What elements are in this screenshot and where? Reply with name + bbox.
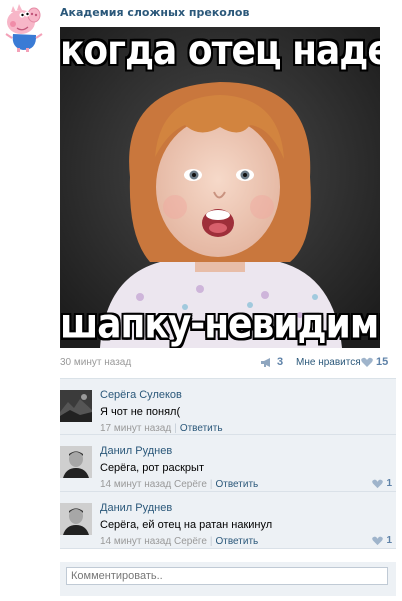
girl-photo-illustration [60,27,380,348]
meme-bottom-caption: шапку-невидимку [60,300,380,348]
post-footer: 30 минут назад 3 Мне нравится 15 [60,356,392,370]
group-avatar[interactable] [3,4,45,52]
comment-text: Серёга, ей отец на ратан накинул [100,519,273,531]
comment-author[interactable]: Данил Руднев [100,502,172,514]
comment-author[interactable]: Серёга Сулеков [100,389,182,401]
comment-box [60,562,396,596]
person-photo-avatar-icon [60,503,92,535]
comment-meta: 17 минут назад | Ответить [100,423,223,434]
comment-author[interactable]: Данил Руднев [100,445,172,457]
comment-time[interactable]: 17 минут назад [100,423,171,434]
person-photo-avatar-icon [60,446,92,478]
meta-separator: | [209,479,213,490]
comment-time[interactable]: 14 минут назад [100,536,171,547]
commenter-avatar[interactable] [60,390,92,422]
like-count: 15 [376,356,389,368]
heart-icon [372,479,384,488]
reply-to-name[interactable]: Серёге [174,479,207,490]
commenter-avatar[interactable] [60,503,92,535]
pig-cartoon-avatar-icon [5,4,43,52]
share-button[interactable]: 3 [260,356,283,368]
commenter-avatar[interactable] [60,446,92,478]
comments-list: Серёга Сулеков Я чот не понял( 17 минут … [60,378,396,549]
comment-input[interactable] [66,567,388,585]
comment-like-button[interactable]: 1 [372,478,392,489]
share-megaphone-icon [261,357,270,367]
comment-meta: 14 минут назад Серёге | Ответить [100,536,258,547]
heart-icon [361,357,373,367]
meta-separator: | [174,423,177,434]
share-count: 3 [277,356,284,368]
post-time[interactable]: 30 минут назад [60,357,131,368]
post-image[interactable]: когда отец надел шапку-невидимку [60,27,380,348]
reply-link[interactable]: Ответить [216,479,259,490]
comment-item: Данил Руднев Серёга, ей отец на ратан на… [60,492,396,549]
reply-to-name[interactable]: Серёге [174,536,207,547]
comment-like-button[interactable]: 1 [372,535,392,546]
comment-meta: 14 минут назад Серёге | Ответить [100,479,258,490]
comment-time[interactable]: 14 минут назад [100,479,171,490]
meme-top-caption: когда отец надел [60,27,380,75]
meta-separator: | [209,536,213,547]
comment-like-count: 1 [386,535,392,546]
comment-text: Серёга, рот раскрыт [100,462,204,474]
like-button[interactable]: 15 [361,356,388,368]
reply-link[interactable]: Ответить [216,536,259,547]
like-label[interactable]: Мне нравится [296,357,361,368]
comment-text: Я чот не понял( [100,406,181,418]
comment-like-count: 1 [386,478,392,489]
comment-item: Серёга Сулеков Я чот не понял( 17 минут … [60,379,396,435]
group-name-link[interactable]: Академия сложных преколов [60,6,249,19]
reply-link[interactable]: Ответить [180,423,223,434]
heart-icon [372,536,384,545]
comment-item: Данил Руднев Серёга, рот раскрыт 14 мину… [60,435,396,492]
landscape-photo-avatar-icon [60,390,92,422]
